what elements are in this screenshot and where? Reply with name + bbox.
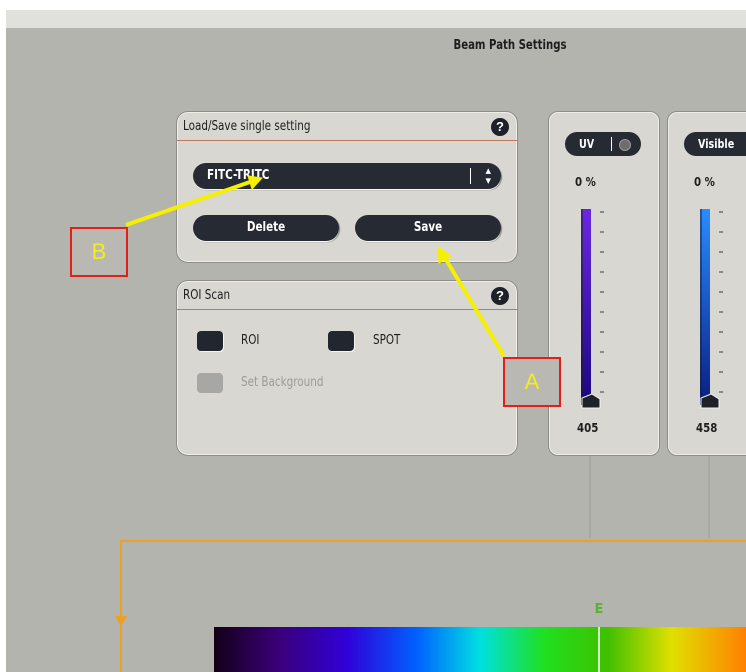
overlay-graphics: E <box>115 175 746 672</box>
beam-direction-arrow-icon <box>115 616 127 626</box>
annotation-label-b: B <box>70 227 128 277</box>
app-window: Beam Path Settings Load/Save single sett… <box>0 0 746 672</box>
uv-slider[interactable] <box>581 209 604 409</box>
spectrum-marker-label: E <box>595 602 604 617</box>
annotation-label-a: A <box>503 357 561 407</box>
visible-slider[interactable] <box>700 209 723 409</box>
annotation-arrows <box>125 175 506 358</box>
spectrum-bar <box>214 627 746 672</box>
